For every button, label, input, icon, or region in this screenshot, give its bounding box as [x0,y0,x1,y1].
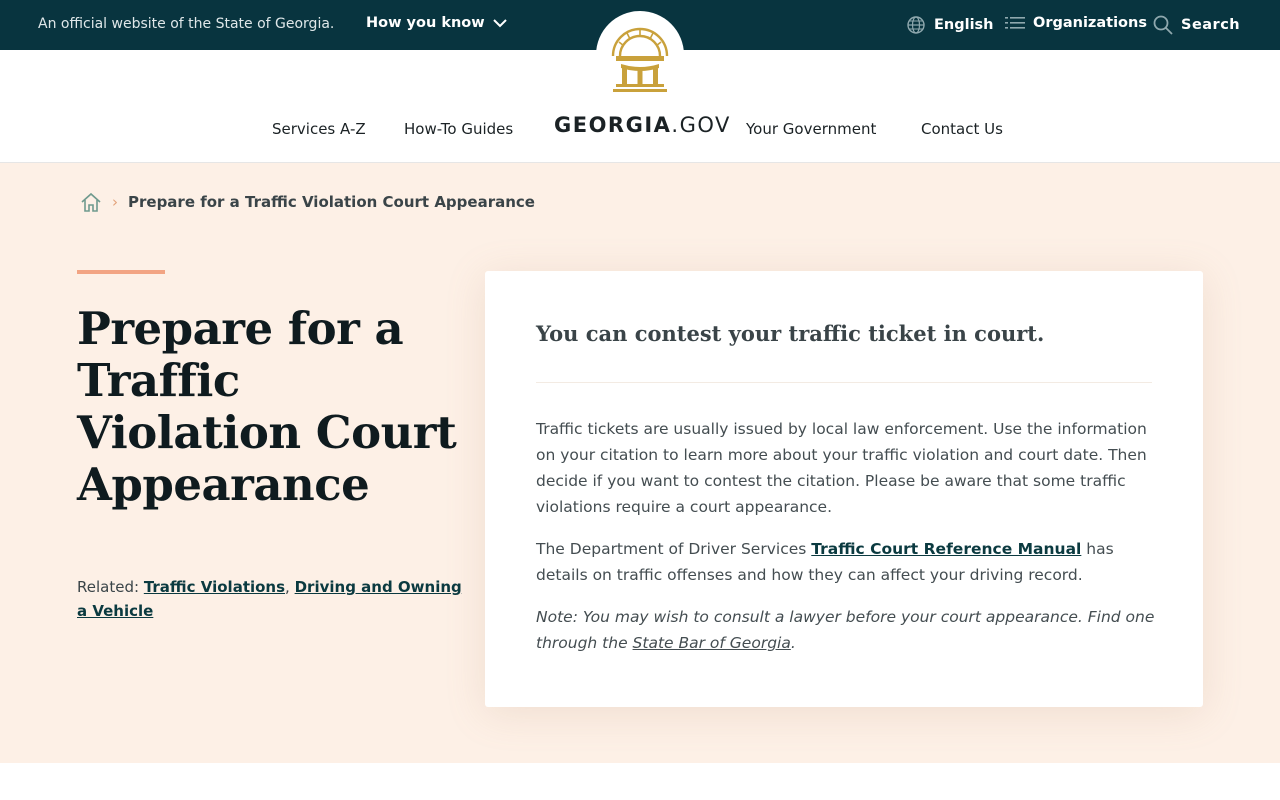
traffic-court-manual-link[interactable]: Traffic Court Reference Manual [811,540,1081,558]
list-icon [1005,17,1025,29]
home-icon[interactable] [80,191,102,213]
note-text-before: Note: You may wish to consult a lawyer b… [536,608,1155,652]
search-label: Search [1181,17,1241,33]
georgia-gov-wordmark[interactable]: GEORGIA.GOV [554,113,731,137]
search-icon [1153,15,1173,35]
info-card: You can contest your traffic ticket in c… [485,271,1203,707]
brand-bold-text: GEORGIA [554,113,672,137]
card-paragraph-1: Traffic tickets are usually issued by lo… [536,420,1147,516]
nav-services-a-z[interactable]: Services A-Z [272,120,366,138]
related-label: Related: [77,578,140,596]
language-selector[interactable]: English [906,15,994,35]
organizations-link[interactable]: Organizations [1005,15,1147,31]
chevron-right-icon: › [112,193,118,211]
brand-light-text: .GOV [671,113,731,137]
title-accent-bar [77,270,165,274]
search-button[interactable]: Search [1153,15,1240,35]
card-heading: You can contest your traffic ticket in c… [536,321,1045,346]
nav-how-to-guides[interactable]: How-To Guides [404,120,513,138]
card-paragraph-2: The Department of Driver Services Traffi… [536,536,1156,588]
how-you-know-toggle[interactable]: How you know [366,15,507,31]
chevron-down-icon [492,19,507,28]
organizations-label: Organizations [1033,15,1147,31]
georgia-seal-logo[interactable] [596,11,684,99]
hero-section: › Prepare for a Traffic Violation Court … [0,163,1280,763]
breadcrumb: › Prepare for a Traffic Violation Court … [80,191,535,213]
related-separator: , [285,578,290,596]
card-body: Traffic tickets are usually issued by lo… [536,416,1156,672]
card-note: Note: You may wish to consult a lawyer b… [536,604,1156,656]
nav-contact-us[interactable]: Contact Us [921,120,1003,138]
how-you-know-label: How you know [366,15,485,31]
related-link-traffic-violations[interactable]: Traffic Violations [144,578,285,596]
globe-icon [907,16,925,34]
page-title: Prepare for a Traffic Violation Court Ap… [77,302,457,511]
related-topics: Related: Traffic Violations, Driving and… [77,575,462,623]
state-seal-icon [611,27,669,92]
note-text-after: . [790,634,796,652]
nav-your-government[interactable]: Your Government [746,120,876,138]
state-bar-link[interactable]: State Bar of Georgia [633,634,791,652]
official-site-text: An official website of the State of Geor… [38,16,335,32]
card-divider [536,382,1152,383]
breadcrumb-current: Prepare for a Traffic Violation Court Ap… [128,193,535,211]
p2-text-before: The Department of Driver Services [536,540,812,558]
language-label: English [934,17,994,33]
